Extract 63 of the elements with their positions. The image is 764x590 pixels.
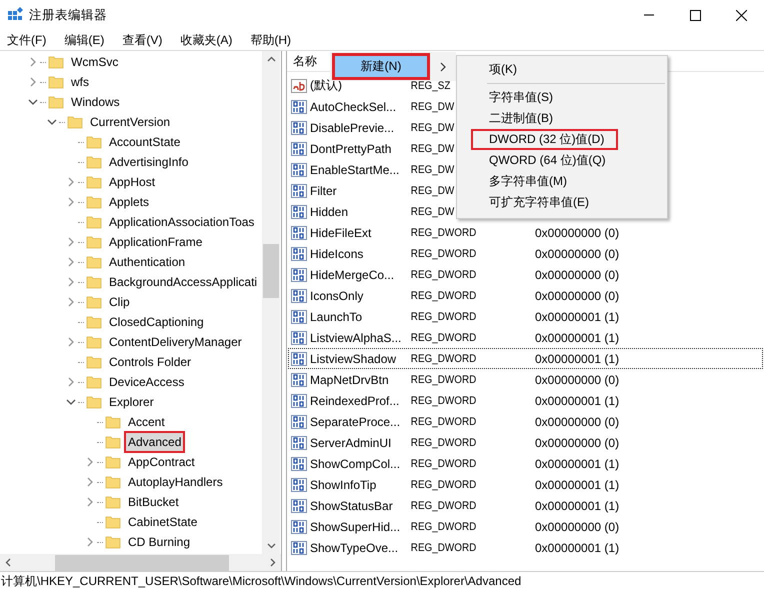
value-type: REG_DW (410, 184, 456, 196)
value-type: REG_DW (410, 164, 456, 176)
value-type: REG_DWORD (410, 458, 478, 470)
value-data: 0x00000001 (1) (534, 394, 620, 408)
value-type: REG_DW (410, 206, 456, 218)
value-name: AutoCheckSel... (310, 100, 396, 114)
value-name: HideMergeCo... (310, 268, 394, 282)
value-name: ListviewAlphaS... (310, 330, 402, 344)
status-bar: 计算机\HKEY_CURRENT_USER\Software\Microsoft\Windows\CurrentVersion\Explorer\Advanced (0, 571, 764, 590)
value-name: HideFileExt (310, 226, 372, 240)
value-type: REG_DWORD (410, 520, 478, 532)
value-data: 0x00000001 (1) (534, 330, 620, 344)
value-type: REG_DWORD (410, 500, 478, 512)
value-data: 0x00000001 (1) (534, 352, 620, 366)
value-data: 0x00000000 (0) (534, 246, 620, 260)
value-data: 0x00000001 (1) (534, 498, 620, 512)
value-name: ListviewShadow (310, 352, 396, 366)
value-name: EnableStartMe... (310, 162, 400, 176)
value-type: REG_DW (410, 142, 456, 154)
value-type: REG_DWORD (410, 374, 478, 386)
value-name: LaunchTo (310, 310, 362, 324)
value-name: ShowCompCol... (310, 456, 400, 470)
value-type: REG_DWORD (410, 416, 478, 428)
value-type: REG_DWORD (410, 542, 478, 554)
value-type: REG_DWORD (410, 394, 478, 406)
value-name: Hidden (310, 204, 348, 218)
value-type: REG_DWORD (410, 310, 478, 322)
window-title: 注册表编辑器 (29, 6, 108, 24)
value-type: REG_DWORD (410, 436, 478, 448)
value-type: REG_SZ (410, 80, 452, 92)
value-data: 0x00000000 (0) (534, 226, 620, 240)
value-name: MapNetDrvBtn (310, 372, 389, 386)
value-name: ShowTypeOve... (310, 540, 398, 554)
value-data: 0x00000001 (1) (534, 456, 620, 470)
value-data: 0x00000001 (1) (534, 310, 620, 324)
value-name: ShowStatusBar (310, 498, 393, 512)
value-type: REG_DWORD (410, 226, 478, 238)
value-name: HideIcons (310, 246, 364, 260)
value-type: REG_DWORD (410, 268, 478, 280)
value-type: REG_DWORD (410, 248, 478, 260)
value-type: REG_DWORD (410, 290, 478, 302)
value-name: Filter (310, 184, 337, 198)
value-data: 0x00000000 (0) (534, 520, 620, 534)
value-type: REG_DWORD (410, 478, 478, 490)
value-type: REG_DWORD (410, 332, 478, 344)
value-name: ServerAdminUI (310, 436, 392, 450)
value-data: 0x00000000 (0) (534, 268, 620, 282)
value-data: 0x00000000 (0) (534, 372, 620, 386)
value-type: REG_DW (410, 122, 456, 134)
value-name: DontPrettyPath (310, 142, 392, 156)
value-data: 0x00000000 (0) (534, 414, 620, 428)
value-data: 0x00000000 (0) (534, 436, 620, 450)
value-name: ShowSuperHid... (310, 520, 400, 534)
value-data: 0x00000000 (0) (534, 288, 620, 302)
value-name: IconsOnly (310, 288, 364, 302)
value-name: DisablePrevie... (310, 120, 394, 134)
value-name: ShowInfoTip (310, 478, 376, 492)
value-type: REG_DWORD (410, 352, 478, 364)
value-type: REG_DW (410, 100, 456, 112)
value-data: 0x00000001 (1) (534, 540, 620, 554)
value-data: 0x00000001 (1) (534, 478, 620, 492)
value-name: ReindexedProf... (310, 394, 400, 408)
value-name: SeparateProce... (310, 414, 400, 428)
